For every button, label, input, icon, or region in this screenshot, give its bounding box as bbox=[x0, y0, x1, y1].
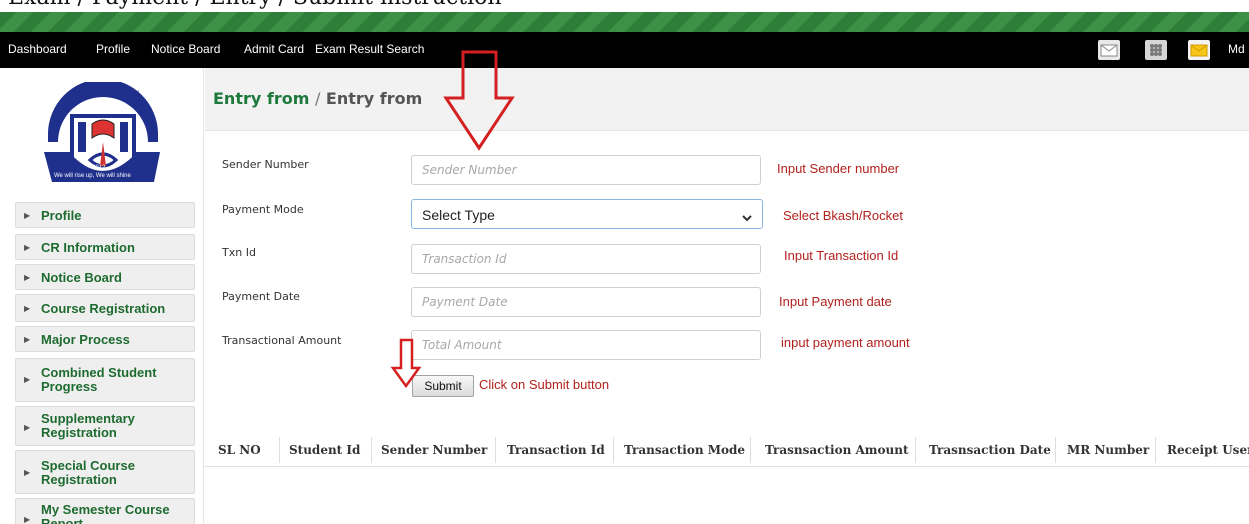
sidebar-item-label: Special Course Registration bbox=[41, 458, 135, 487]
mail-icon[interactable] bbox=[1098, 40, 1120, 60]
apps-icon[interactable] bbox=[1145, 40, 1167, 60]
top-caption-text: Exam / Payment / Entry / Submit instruct… bbox=[8, 0, 502, 10]
payment-table-header: SL NO Student Id Sender Number Transacti… bbox=[205, 433, 1249, 467]
txn-id-label: Txn Id bbox=[222, 246, 256, 259]
sidebar-item-major-process[interactable]: ▶ Major Process bbox=[15, 326, 195, 352]
sidebar-item-combined-student-progress[interactable]: ▶ Combined Student Progress bbox=[15, 358, 195, 402]
transaction-id-placeholder: Transaction Id bbox=[422, 252, 507, 266]
chevron-down-icon bbox=[742, 208, 752, 227]
col-receipt-user: Receipt User bbox=[1167, 443, 1249, 457]
col-transaction-date: Trasnsaction Date bbox=[929, 443, 1051, 457]
col-transaction-id: Transaction Id bbox=[507, 443, 605, 457]
caret-right-icon: ▶ bbox=[24, 273, 31, 282]
notification-mail-icon[interactable] bbox=[1188, 40, 1210, 60]
column-divider bbox=[495, 437, 496, 463]
caret-right-icon: ▶ bbox=[24, 211, 31, 220]
submit-note: Click on Submit button bbox=[479, 377, 610, 392]
payment-date-input[interactable]: Payment Date bbox=[411, 287, 761, 317]
transactional-amount-label: Transactional Amount bbox=[222, 334, 342, 347]
sidebar-item-label: Course Registration bbox=[41, 301, 166, 316]
col-sl-no: SL NO bbox=[218, 443, 261, 457]
payment-date-note: Input Payment date bbox=[779, 294, 892, 309]
column-divider bbox=[750, 437, 751, 463]
caret-right-icon: ▶ bbox=[24, 468, 31, 477]
sidebar: Sonargaon University 2012 We will rise u… bbox=[0, 68, 204, 524]
caret-right-icon: ▶ bbox=[24, 335, 31, 344]
transaction-id-note: Input Transaction Id bbox=[784, 248, 899, 263]
university-logo: Sonargaon University 2012 We will rise u… bbox=[30, 79, 176, 196]
caret-right-icon: ▶ bbox=[24, 304, 31, 313]
col-transaction-mode: Transaction Mode bbox=[624, 443, 746, 457]
column-divider bbox=[1155, 437, 1156, 463]
column-divider bbox=[613, 437, 614, 463]
sidebar-item-my-semester-course-report[interactable]: ▶ My Semester Course Report bbox=[15, 498, 195, 524]
payment-mode-select[interactable]: Select Type bbox=[411, 199, 763, 229]
total-amount-input[interactable]: Total Amount bbox=[411, 330, 761, 360]
total-amount-placeholder: Total Amount bbox=[422, 338, 502, 352]
sidebar-item-profile[interactable]: ▶ Profile bbox=[15, 202, 195, 228]
submit-button[interactable]: Submit bbox=[412, 375, 474, 397]
col-sender-number: Sender Number bbox=[381, 443, 488, 457]
logo-text-bottom: We will rise up, We will shine bbox=[54, 173, 131, 179]
sender-number-input[interactable]: Sender Number bbox=[411, 155, 761, 185]
sidebar-item-label: Combined Student Progress bbox=[41, 365, 157, 394]
top-caption: Exam / Payment / Entry / Submit instruct… bbox=[0, 0, 1249, 12]
sender-number-placeholder: Sender Number bbox=[422, 163, 517, 177]
column-divider bbox=[371, 437, 372, 463]
payment-date-placeholder: Payment Date bbox=[422, 295, 508, 309]
payment-mode-value: Select Type bbox=[422, 207, 495, 223]
sidebar-item-label: Profile bbox=[41, 208, 82, 223]
page-header: Entry from / Entry from bbox=[205, 68, 1249, 131]
user-name[interactable]: Md bbox=[1228, 42, 1245, 56]
column-divider bbox=[1055, 437, 1056, 463]
top-navbar: Dashboard Profile Notice Board Admit Car… bbox=[0, 32, 1249, 68]
sidebar-item-notice-board[interactable]: ▶ Notice Board bbox=[15, 264, 195, 290]
total-amount-note: input payment amount bbox=[781, 335, 910, 350]
logo-year: 2012 bbox=[92, 165, 106, 171]
payment-date-label: Payment Date bbox=[222, 290, 300, 303]
breadcrumb-separator: / bbox=[314, 89, 321, 108]
payment-mode-label: Payment Mode bbox=[222, 203, 304, 216]
column-divider bbox=[279, 437, 280, 463]
sidebar-item-supplementary-registration[interactable]: ▶ Supplementary Registration bbox=[15, 406, 195, 446]
nav-admit-card[interactable]: Admit Card bbox=[244, 42, 304, 56]
nav-exam-result-search[interactable]: Exam Result Search bbox=[315, 42, 424, 56]
sender-number-label: Sender Number bbox=[222, 158, 309, 171]
sidebar-item-label: My Semester Course Report bbox=[41, 502, 170, 524]
sidebar-item-cr-information[interactable]: ▶ CR Information bbox=[15, 234, 195, 260]
logo-text-top: Sonargaon University bbox=[74, 88, 140, 96]
sidebar-item-special-course-registration[interactable]: ▶ Special Course Registration bbox=[15, 450, 195, 494]
sidebar-item-label: Major Process bbox=[41, 332, 130, 347]
transaction-id-input[interactable]: Transaction Id bbox=[411, 244, 761, 274]
nav-profile[interactable]: Profile bbox=[96, 42, 130, 56]
sidebar-item-label: Notice Board bbox=[41, 270, 122, 285]
col-transaction-amount: Trasnsaction Amount bbox=[765, 443, 909, 457]
caret-right-icon: ▶ bbox=[24, 423, 31, 432]
breadcrumb-link[interactable]: Entry from bbox=[213, 89, 309, 108]
col-mr-number: MR Number bbox=[1067, 443, 1150, 457]
caret-right-icon: ▶ bbox=[24, 515, 31, 524]
nav-notice-board[interactable]: Notice Board bbox=[151, 42, 220, 56]
nav-dashboard[interactable]: Dashboard bbox=[8, 42, 67, 56]
sidebar-item-label: CR Information bbox=[41, 240, 135, 255]
top-banner-stripe bbox=[0, 12, 1249, 32]
column-divider bbox=[915, 437, 916, 463]
breadcrumb: Entry from / Entry from bbox=[213, 89, 422, 108]
caret-right-icon: ▶ bbox=[24, 375, 31, 384]
sidebar-item-label: Supplementary Registration bbox=[41, 411, 135, 440]
col-student-id: Student Id bbox=[289, 443, 361, 457]
caret-right-icon: ▶ bbox=[24, 243, 31, 252]
breadcrumb-current: Entry from bbox=[325, 89, 423, 108]
payment-mode-note: Select Bkash/Rocket bbox=[783, 208, 903, 223]
sidebar-item-course-registration[interactable]: ▶ Course Registration bbox=[15, 294, 195, 322]
sender-number-note: Input Sender number bbox=[777, 161, 900, 176]
